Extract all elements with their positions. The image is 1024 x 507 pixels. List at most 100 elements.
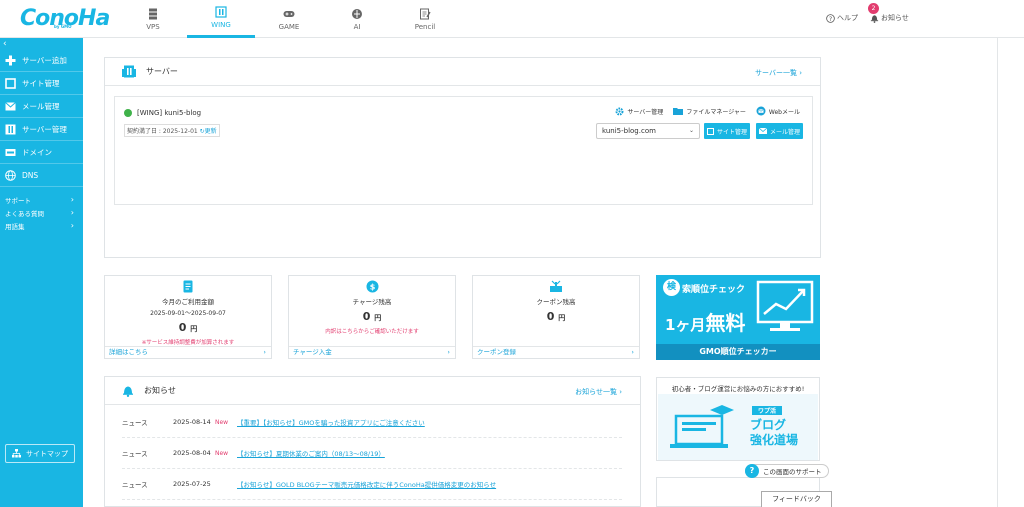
sidebar-item-faq[interactable]: よくある質問 ›	[0, 207, 83, 219]
contract-info: 契約満了日 : 2025-12-01 ↻更新	[124, 124, 220, 137]
list-item: ニュース 2025-08-14 New 【重要】【お知らせ】GMOを騙った投資ア…	[122, 407, 622, 438]
svg-text:$: $	[369, 283, 375, 292]
coupon-summary-card: クーポン残高 0 円 クーポン登録 ›	[472, 275, 640, 359]
renew-link[interactable]: ↻更新	[200, 128, 217, 135]
server-list-link[interactable]: サーバー一覧 ›	[755, 68, 802, 78]
banner2-heading: 初心者・ブログ運営にお悩みの方におすすめ!	[671, 385, 805, 393]
server-building-icon	[122, 65, 136, 78]
sidebar-item-mail[interactable]: メール管理	[0, 95, 83, 118]
usage-detail-link[interactable]: 詳細はこちら ›	[105, 346, 271, 358]
news-title-link[interactable]: 【お知らせ】GOLD BLOGテーマ販売元価格改定に伴うConoHa提供価格変更…	[237, 479, 496, 489]
site-manage-label: サイト管理	[716, 128, 747, 136]
renew-label: 更新	[204, 128, 217, 135]
question-icon: ?	[745, 464, 759, 478]
feedback-button[interactable]: フィードバック	[761, 491, 832, 507]
coupon-register-link[interactable]: クーポン登録 ›	[473, 346, 639, 358]
server-list-link-label: サーバー一覧	[755, 69, 797, 77]
charge-value: 0	[362, 310, 371, 323]
scrollbar-track[interactable]	[997, 38, 998, 507]
svg-text:?: ?	[829, 15, 832, 22]
sidebar: ‹ サーバー追加 サイト管理 メール管理 サーバー管理 ドメイン DNS サポー…	[0, 38, 83, 507]
sidebar-item-dns[interactable]: DNS	[0, 164, 83, 187]
sidebar-item-site[interactable]: サイト管理	[0, 72, 83, 95]
page-support-label: この画面のサポート	[763, 468, 822, 476]
coupon-value: 0	[546, 310, 555, 323]
chevron-right-icon: ›	[70, 221, 74, 230]
banner2-line1: ブログ	[750, 418, 787, 432]
server-panel-title: サーバー	[146, 67, 178, 76]
news-date: 2025-08-04	[173, 449, 211, 457]
tab-pencil[interactable]: Pencil	[391, 0, 459, 38]
server-manage-link[interactable]: サーバー管理	[615, 106, 663, 116]
coupon-unit: 円	[558, 314, 566, 322]
domain-select[interactable]: kuni5-blog.com ⌄	[596, 123, 700, 139]
server-name-row[interactable]: [WING] kuni5-blog	[124, 109, 201, 117]
mail-manage-label: メール管理	[769, 128, 800, 136]
sidebar-item-label: サポート	[5, 197, 31, 205]
contract-expiry: 契約満了日 : 2025-12-01	[127, 128, 198, 135]
chevron-right-icon: ›	[263, 348, 266, 356]
sidebar-item-support[interactable]: サポート ›	[0, 194, 83, 206]
sidebar-item-add-server[interactable]: サーバー追加	[0, 49, 83, 72]
tab-game-label: GAME	[278, 22, 300, 31]
help-link[interactable]: ? ヘルプ	[826, 13, 858, 23]
usage-unit: 円	[190, 325, 198, 333]
notice-link[interactable]: お知らせ	[870, 13, 909, 23]
usage-note: ※サービス維持調整費が加算されます	[141, 340, 235, 346]
sidebar-collapse-chevron-icon[interactable]: ‹	[3, 39, 7, 49]
banner-big-b: 無料	[705, 311, 746, 335]
domain-icon	[5, 148, 16, 156]
status-running-icon	[124, 109, 132, 117]
tab-game[interactable]: GAME	[255, 0, 323, 38]
news-category: ニュース	[122, 419, 148, 427]
tab-vps[interactable]: VPS	[119, 0, 187, 38]
blog-dojo-banner[interactable]: 初心者・ブログ運営にお悩みの方におすすめ! ワプ活 ブログ 強化道場	[656, 377, 820, 461]
news-title-link[interactable]: 【お知らせ】夏期休業のご案内（08/13～08/19）	[237, 448, 385, 458]
mail-icon	[5, 101, 16, 110]
tab-wing[interactable]: WING	[187, 0, 255, 38]
charge-deposit-link[interactable]: チャージ入金 ›	[289, 346, 455, 358]
sidebar-item-label: 用語集	[5, 223, 25, 231]
notice-list-link[interactable]: お知らせ一覧 ›	[575, 387, 622, 397]
sidebar-item-domain[interactable]: ドメイン	[0, 141, 83, 164]
mail-manage-button[interactable]: メール管理	[756, 123, 803, 139]
chevron-down-icon: ⌄	[688, 127, 694, 134]
chevron-right-icon: ›	[447, 348, 450, 356]
news-date: 2025-08-14	[173, 418, 211, 426]
banner2-tag: ワプ活	[752, 406, 783, 415]
help-icon: ?	[826, 13, 835, 23]
rank-checker-banner[interactable]: 検 索順位チェック 1ヶ月無料 GMO順位チェッカー	[656, 275, 820, 360]
notice-panel: お知らせ お知らせ一覧 › ニュース 2025-08-14 New 【重要】【お…	[104, 376, 641, 507]
globe-icon	[5, 169, 16, 181]
gamepad-icon	[283, 10, 295, 17]
news-category: ニュース	[122, 450, 148, 458]
bell-icon	[870, 15, 879, 23]
wing-building-icon	[215, 6, 227, 18]
tab-ai[interactable]: AI	[323, 0, 391, 38]
new-badge: New	[215, 418, 229, 426]
new-badge: New	[215, 449, 229, 457]
charge-unit: 円	[374, 314, 382, 322]
news-title-link[interactable]: 【重要】【お知らせ】GMOを騙った投資アプリにご注意ください	[237, 417, 425, 427]
server-panel: サーバー サーバー一覧 › [WING] kuni5-blog 契約満了日 : …	[104, 57, 821, 258]
page-support-button[interactable]: ? この画面のサポート	[745, 464, 829, 478]
top-bar: ConoHa by GMO VPS WING GAME AI Pencil ? …	[0, 0, 1024, 38]
mail-icon	[758, 128, 767, 134]
file-manager-link[interactable]: ファイルマネージャー	[673, 106, 746, 116]
usage-period: 2025-09-01～2025-09-07	[150, 310, 226, 317]
charge-summary-card: $ チャージ残高 0 円 内訳はこちらからご確認いただけます チャージ入金 ›	[288, 275, 456, 359]
webmail-icon	[756, 106, 766, 116]
server-panel-header: サーバー サーバー一覧 ›	[105, 58, 820, 86]
site-manage-button[interactable]: サイト管理	[704, 123, 750, 139]
sidebar-item-glossary[interactable]: 用語集 ›	[0, 220, 83, 232]
charge-deposit-label: チャージ入金	[293, 348, 332, 356]
sidebar-item-server[interactable]: サーバー管理	[0, 118, 83, 141]
logo-sub: by GMO	[54, 24, 72, 29]
sidebar-item-label: サーバー管理	[22, 124, 67, 134]
tab-vps-label: VPS	[146, 22, 160, 31]
usage-title: 今月のご利用金額	[162, 298, 214, 306]
sitemap-button[interactable]: サイトマップ	[5, 444, 75, 463]
chevron-right-icon: ›	[70, 195, 74, 204]
webmail-link[interactable]: Webメール	[756, 106, 800, 116]
plus-icon	[5, 55, 16, 65]
